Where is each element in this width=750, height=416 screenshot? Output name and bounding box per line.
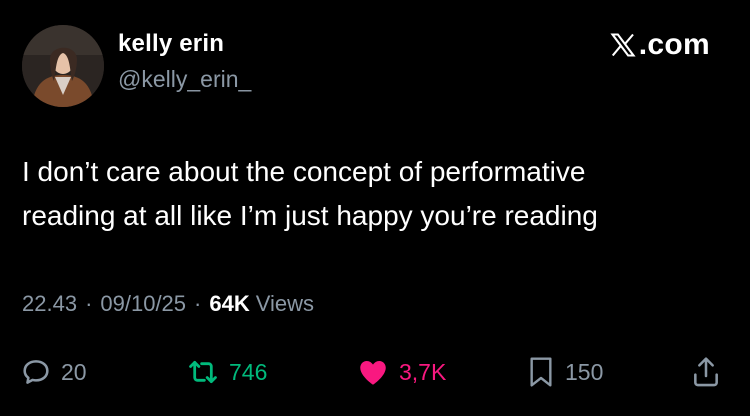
- tweet-text: I don’t care about the concept of perfor…: [22, 150, 732, 238]
- tweet-time[interactable]: 22.43: [22, 291, 77, 317]
- avatar-image: [22, 25, 104, 107]
- tweet-text-line: reading at all like I’m just happy you’r…: [22, 200, 598, 231]
- x-logo-icon: [610, 33, 636, 57]
- views-label: Views: [255, 291, 315, 316]
- brand-domain-text: .com: [638, 28, 710, 61]
- heart-icon: [355, 355, 391, 389]
- like-count: 3,7K: [399, 358, 447, 385]
- reply-icon: [19, 355, 53, 389]
- meta-separator: ·: [85, 291, 93, 316]
- bookmark-icon: [525, 354, 557, 390]
- retweet-button[interactable]: 746: [185, 352, 267, 392]
- retweet-count: 746: [229, 358, 268, 385]
- bookmark-button[interactable]: 150: [525, 352, 603, 392]
- reply-button[interactable]: 20: [19, 352, 87, 392]
- tweet-text-line: I don’t care about the concept of perfor…: [22, 156, 586, 187]
- tweet-meta: 22.43 · 09/10/25 · 64K Views: [22, 291, 314, 317]
- brand-logo: .com: [609, 28, 710, 62]
- tweet-date[interactable]: 09/10/25: [100, 291, 186, 317]
- author-handle[interactable]: @kelly_erin_: [118, 66, 251, 93]
- retweet-icon: [185, 355, 221, 389]
- avatar[interactable]: [22, 25, 104, 107]
- author-name[interactable]: kelly erin: [118, 30, 224, 58]
- bookmark-count: 150: [565, 358, 604, 385]
- views-count: 64K: [209, 291, 250, 316]
- share-button[interactable]: [690, 352, 722, 392]
- like-button[interactable]: 3,7K: [355, 352, 446, 392]
- tweet-card: kelly erin @kelly_erin_ .com I don’t car…: [0, 0, 750, 416]
- share-icon: [690, 354, 722, 390]
- meta-separator: ·: [194, 291, 202, 316]
- reply-count: 20: [61, 358, 87, 385]
- action-bar: 20 746 3,7K 150: [0, 352, 750, 392]
